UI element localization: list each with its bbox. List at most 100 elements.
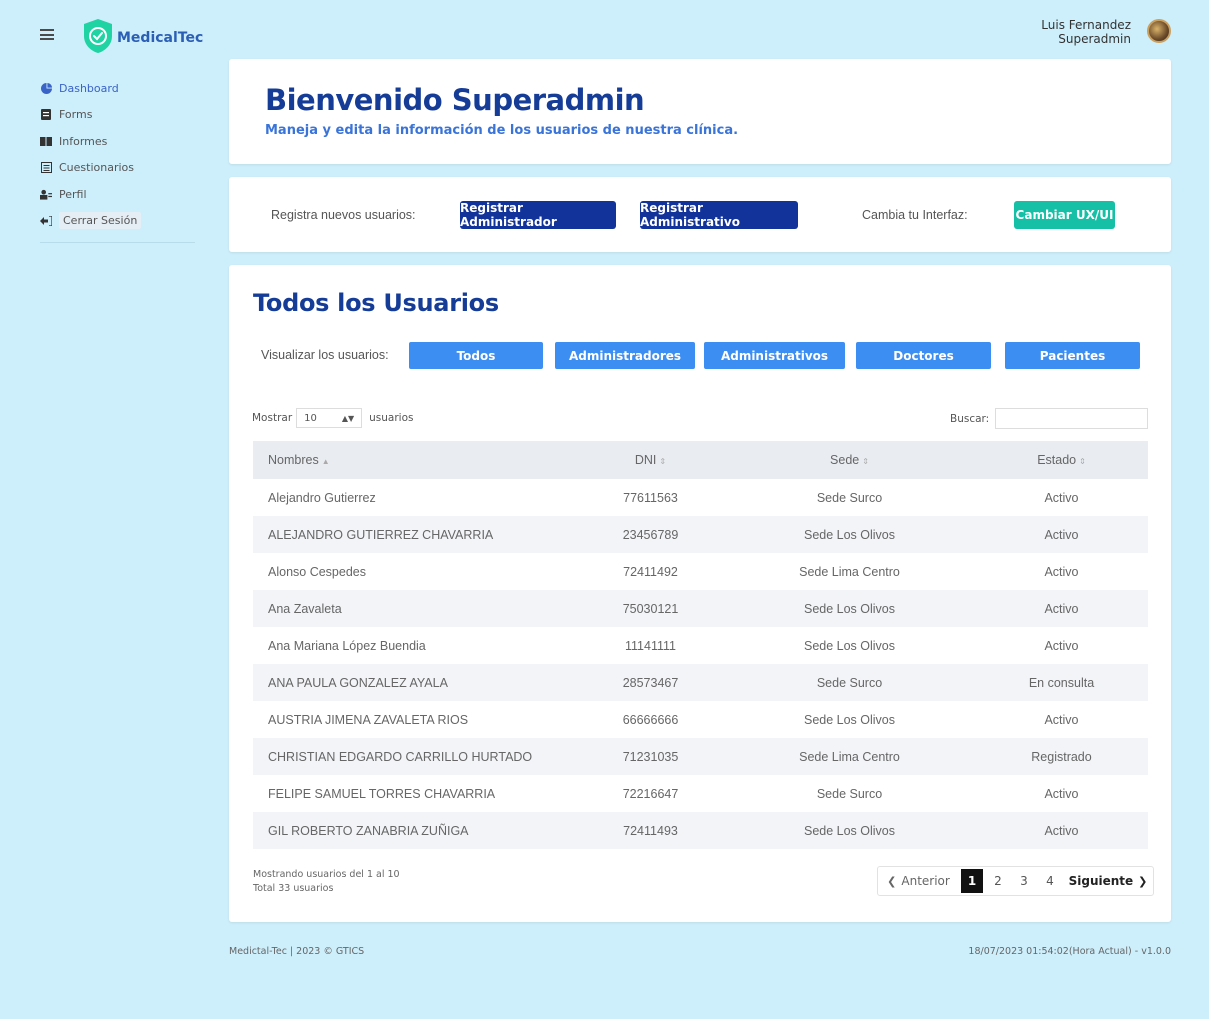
- sidebar-item-perfil[interactable]: Perfil: [40, 181, 195, 208]
- hamburger-menu-icon[interactable]: [40, 29, 54, 40]
- column-header-nombres[interactable]: Nombres ▲: [253, 453, 577, 467]
- column-header-estado[interactable]: Estado ⇕: [975, 453, 1148, 467]
- sidebar-item-informes[interactable]: Informes: [40, 128, 195, 155]
- register-admin-button[interactable]: Registrar Administrador: [460, 201, 616, 229]
- page-length-select[interactable]: 10 ▲▼: [296, 408, 363, 428]
- cell-estado: Activo: [1044, 527, 1079, 542]
- users-card: Todos los Usuarios Visualizar los usuari…: [229, 265, 1171, 922]
- cell-nombre: FELIPE SAMUEL TORRES CHAVARRIA: [268, 786, 496, 801]
- logout-icon: [40, 215, 52, 227]
- chevron-right-icon: ❯: [1138, 874, 1148, 888]
- sidebar-item-label: Cerrar Sesión: [59, 212, 142, 230]
- avatar[interactable]: [1147, 19, 1171, 43]
- table-row[interactable]: Ana Mariana López Buendia 11141111 Sede …: [253, 627, 1148, 664]
- sort-icon: ⇕: [659, 457, 667, 466]
- sidebar-item-label: Informes: [59, 134, 108, 148]
- cell-nombre: ALEJANDRO GUTIERREZ CHAVARRIA: [268, 527, 494, 542]
- cell-nombre: GIL ROBERTO ZANABRIA ZUÑIGA: [268, 823, 469, 838]
- column-header-dni[interactable]: DNI ⇕: [577, 453, 724, 467]
- cell-nombre: AUSTRIA JIMENA ZAVALETA RIOS: [268, 712, 469, 727]
- cell-dni: 71231035: [622, 749, 679, 764]
- pagination-page-3[interactable]: 3: [1011, 867, 1037, 895]
- cell-sede: Sede Los Olivos: [803, 712, 896, 727]
- sidebar-divider: [40, 242, 195, 243]
- cell-dni: 23456789: [622, 527, 679, 542]
- filter-label: Visualizar los usuarios:: [261, 348, 389, 362]
- cell-estado: Registrado: [1031, 749, 1092, 764]
- column-label: Estado: [1037, 453, 1077, 467]
- cell-estado: Activo: [1044, 638, 1079, 653]
- cell-dni: 77611563: [623, 490, 678, 505]
- table-row[interactable]: Alejandro Gutierrez 77611563 Sede Surco …: [253, 479, 1148, 516]
- table-row[interactable]: FELIPE SAMUEL TORRES CHAVARRIA 72216647 …: [253, 775, 1148, 812]
- table-info: Mostrando usuarios del 1 al 10 Total 33 …: [253, 868, 400, 896]
- cell-nombre: ANA PAULA GONZALEZ AYALA: [268, 675, 448, 690]
- prev-label: Anterior: [901, 874, 950, 888]
- change-ux-button[interactable]: Cambiar UX/UI: [1014, 201, 1115, 229]
- cell-estado: Activo: [1044, 490, 1079, 505]
- filter-todos-button[interactable]: Todos: [409, 342, 543, 369]
- users-icon: [40, 188, 52, 200]
- select-arrows-icon: ▲▼: [341, 413, 355, 423]
- table-row[interactable]: Ana Zavaleta 75030121 Sede Los Olivos Ac…: [253, 590, 1148, 627]
- table-row[interactable]: ALEJANDRO GUTIERREZ CHAVARRIA 23456789 S…: [253, 516, 1148, 553]
- cell-dni: 11141111: [625, 638, 676, 653]
- filter-doctores-button[interactable]: Doctores: [856, 342, 991, 369]
- pagination-page-4[interactable]: 4: [1037, 867, 1063, 895]
- next-label: Siguiente: [1068, 874, 1134, 888]
- sidebar-item-label: Cuestionarios: [59, 161, 135, 175]
- table-row[interactable]: GIL ROBERTO ZANABRIA ZUÑIGA 72411493 Sed…: [253, 812, 1148, 849]
- cell-nombre: Alejandro Gutierrez: [268, 490, 376, 505]
- table-row[interactable]: ANA PAULA GONZALEZ AYALA 28573467 Sede S…: [253, 664, 1148, 701]
- cell-estado: Activo: [1044, 712, 1079, 727]
- filter-administrativos-button[interactable]: Administrativos: [704, 342, 845, 369]
- cell-sede: Sede Surco: [816, 786, 883, 801]
- cell-estado: En consulta: [1028, 675, 1095, 690]
- table-header: Nombres ▲ DNI ⇕ Sede ⇕ Estado ⇕: [253, 441, 1148, 479]
- sort-icon: ⇕: [862, 457, 869, 466]
- table-row[interactable]: CHRISTIAN EDGARDO CARRILLO HURTADO 71231…: [253, 738, 1148, 775]
- user-info[interactable]: Luis Fernandez Superadmin: [1041, 18, 1131, 46]
- logo-shield-icon: [84, 19, 112, 53]
- sidebar-item-label: Forms: [59, 108, 93, 122]
- book-icon: [40, 135, 52, 147]
- cell-nombre: Ana Zavaleta: [268, 601, 342, 616]
- pagination: ❮ Anterior 1 2 3 4 Siguiente ❯: [877, 866, 1154, 896]
- cell-estado: Activo: [1044, 823, 1079, 838]
- cell-estado: Activo: [1044, 564, 1079, 579]
- pagination-page-2[interactable]: 2: [985, 867, 1011, 895]
- sidebar-item-cerrar-sesion[interactable]: Cerrar Sesión: [40, 208, 195, 235]
- cell-sede: Sede Lima Centro: [799, 564, 900, 579]
- pagination-page-1[interactable]: 1: [961, 869, 983, 893]
- page-length-control: Mostrar 10 ▲▼ usuarios: [252, 408, 413, 428]
- filter-administradores-button[interactable]: Administradores: [555, 342, 695, 369]
- cell-sede: Sede Lima Centro: [799, 749, 900, 764]
- ux-label: Cambia tu Interfaz:: [862, 208, 968, 222]
- app-name[interactable]: MedicalTec: [117, 30, 203, 46]
- sidebar-item-forms[interactable]: Forms: [40, 102, 195, 129]
- page-length-value: 10: [304, 412, 317, 424]
- pagination-prev-button[interactable]: ❮ Anterior: [878, 867, 959, 895]
- sidebar-item-cuestionarios[interactable]: Cuestionarios: [40, 155, 195, 182]
- cell-dni: 72216647: [622, 786, 679, 801]
- table-row[interactable]: Alonso Cespedes 72411492 Sede Lima Centr…: [253, 553, 1148, 590]
- footer-copyright: Medictal-Tec | 2023 © GTICS: [229, 946, 365, 957]
- register-label: Registra nuevos usuarios:: [271, 208, 416, 222]
- search-input[interactable]: [995, 408, 1148, 429]
- cell-sede: Sede Surco: [816, 675, 883, 690]
- cell-nombre: CHRISTIAN EDGARDO CARRILLO HURTADO: [268, 749, 533, 764]
- show-prefix: Mostrar: [252, 412, 293, 424]
- show-suffix: usuarios: [369, 412, 414, 424]
- column-label: Nombres: [268, 453, 319, 467]
- sidebar-item-label: Perfil: [59, 187, 87, 201]
- register-administrativo-button[interactable]: Registrar Administrativo: [640, 201, 798, 229]
- pagination-next-button[interactable]: Siguiente ❯: [1063, 867, 1153, 895]
- page-subtitle: Maneja y edita la información de los usu…: [265, 123, 739, 138]
- column-header-sede[interactable]: Sede ⇕: [724, 453, 975, 467]
- sidebar-item-dashboard[interactable]: Dashboard: [40, 75, 195, 102]
- cell-estado: Activo: [1044, 786, 1079, 801]
- table-row[interactable]: AUSTRIA JIMENA ZAVALETA RIOS 66666666 Se…: [253, 701, 1148, 738]
- cell-sede: Sede Los Olivos: [803, 601, 896, 616]
- column-label: DNI: [634, 453, 657, 467]
- filter-pacientes-button[interactable]: Pacientes: [1005, 342, 1140, 369]
